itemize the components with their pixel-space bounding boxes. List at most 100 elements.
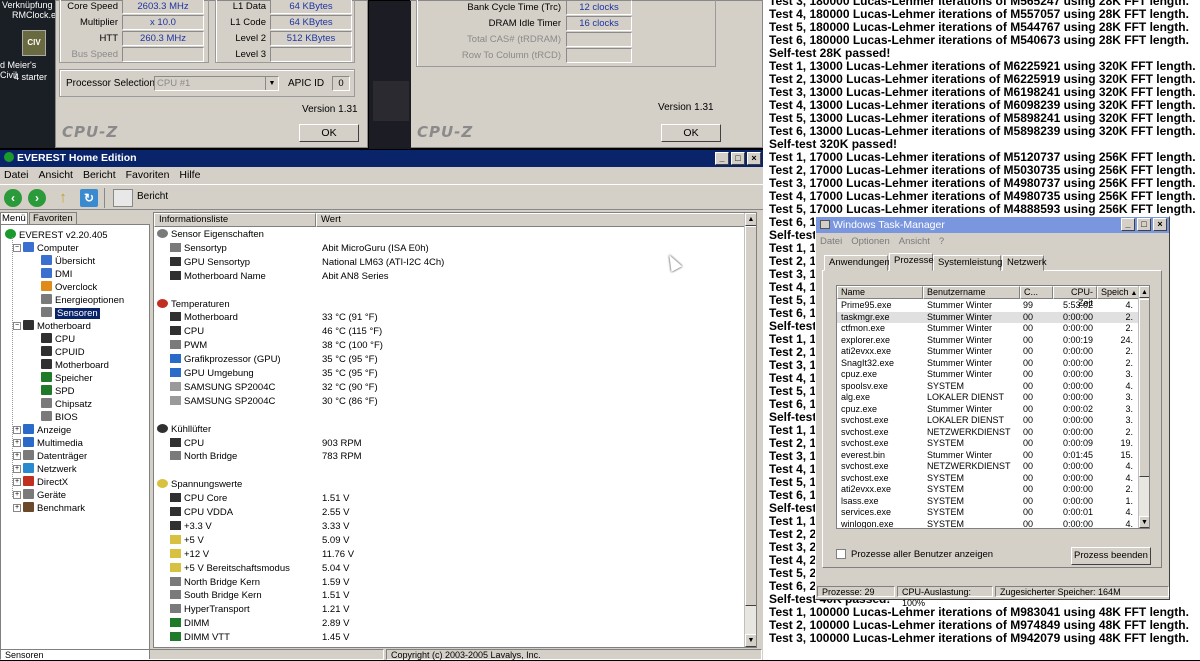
process-row[interactable]: taskmgr.exe Stummer Winter 00 0:00:00 2. [837,311,1139,323]
tm-menu-item[interactable]: ? [939,236,944,247]
list-row[interactable]: Motherboard [170,312,238,324]
scroll-thumb[interactable] [745,226,756,606]
tree-item[interactable]: Motherboard [23,320,91,333]
list-group-header[interactable]: Temperaturen [157,298,230,311]
list-group-header[interactable]: Sensor Eigenschaften [157,229,264,241]
tm-col-header[interactable]: C... [1020,286,1053,299]
process-row[interactable]: lsass.exe SYSTEM 00 0:00:00 1. [837,496,1139,508]
tree-expander-icon[interactable]: + [13,426,21,434]
tree-item[interactable]: Overclock [41,281,97,294]
taskmgr-close-button[interactable]: × [1153,218,1167,231]
list-row[interactable]: DIMM VTT [170,632,230,644]
process-row[interactable]: ati2evxx.exe Stummer Winter 00 0:00:00 2. [837,346,1139,358]
tree-item[interactable]: CPUID [41,346,85,359]
process-row[interactable]: explorer.exe Stummer Winter 00 0:00:19 24. [837,335,1139,347]
process-row[interactable]: ctfmon.exe Stummer Winter 00 0:00:00 2. [837,323,1139,335]
tree-item[interactable]: Motherboard [41,359,109,372]
tree-item[interactable]: Computer [23,242,79,255]
ok-button-left[interactable]: OK [299,124,359,142]
report-button[interactable]: Bericht [137,191,168,202]
proc-scroll-down-icon[interactable]: ▼ [1139,516,1149,528]
scroll-up-icon[interactable]: ▲ [745,213,756,226]
tree-item[interactable]: Geräte [23,489,66,502]
tree-item[interactable]: Datenträger [23,450,87,463]
process-row[interactable]: cpuz.exe Stummer Winter 00 0:00:02 3. [837,404,1139,416]
back-icon[interactable]: ‹ [4,189,22,207]
up-icon[interactable]: ↑ [54,189,72,207]
list-row[interactable]: +12 V [170,548,209,561]
tree-expander-icon[interactable]: + [13,452,21,460]
refresh-icon[interactable]: ↻ [80,189,98,207]
list-scrollbar[interactable]: ▲ ▼ [744,213,756,647]
menu-item[interactable]: Ansicht [39,169,73,181]
list-row[interactable]: North Bridge Kern [170,576,260,589]
process-row[interactable]: svchost.exe NETZWERKDIENST 00 0:00:00 4. [837,461,1139,473]
menu-item[interactable]: Bericht [83,169,116,181]
list-row[interactable]: CPU Core [170,493,227,505]
tree-expander-icon[interactable]: + [13,478,21,486]
tree-item[interactable]: Multimedia [23,437,83,450]
tm-menu-item[interactable]: Datei [820,236,842,247]
list-row[interactable]: HyperTransport [170,604,250,616]
tm-tab[interactable]: Prozesse [889,253,934,271]
processor-select[interactable]: CPU #1 ▼ [154,76,279,91]
list-row[interactable]: North Bridge [170,451,237,463]
list-row[interactable]: CPU [170,437,204,450]
tree-item[interactable]: Chipsatz [41,398,92,411]
tree-item[interactable]: Speicher [41,372,93,385]
tm-tab[interactable]: Anwendungen [824,255,890,271]
process-scrollbar[interactable]: ▲ ▼ [1138,286,1149,528]
taskmgr-maximize-button[interactable]: □ [1137,218,1151,231]
process-row[interactable]: Prime95.exe Stummer Winter 99 5:53:02 4. [837,300,1139,312]
tm-tab[interactable]: Systemleistung [933,255,1002,271]
tm-menu-item[interactable]: Optionen [851,236,890,247]
process-row[interactable]: svchost.exe LOKALER DIENST 00 0:00:00 3. [837,415,1139,427]
minimize-button[interactable]: _ [715,152,729,165]
list-row[interactable]: CPU [170,326,204,338]
tree-expander-icon[interactable]: − [13,322,21,330]
list-group-header[interactable]: Kühllüfter [157,423,211,436]
tree-item[interactable]: Benchmark [23,502,85,515]
list-row[interactable]: SAMSUNG SP2004C [170,395,275,408]
tm-menu-item[interactable]: Ansicht [899,236,930,247]
process-row[interactable]: alg.exe LOKALER DIENST 00 0:00:00 3. [837,392,1139,404]
tree-item[interactable]: CPU [41,333,75,346]
tree-item[interactable]: EVEREST v2.20.405 [5,229,108,242]
list-row[interactable]: Motherboard Name [170,270,266,283]
list-row[interactable]: DIMM [170,618,209,630]
tree-item[interactable]: Netzwerk [23,463,77,476]
list-row[interactable]: GPU Sensortyp [170,256,250,269]
process-row[interactable]: winlogon.exe SYSTEM 00 0:00:00 4. [837,519,1139,529]
end-process-button[interactable]: Prozess beenden [1071,547,1151,565]
tree-item[interactable]: Übersicht [41,255,95,268]
tree-item[interactable]: Energieoptionen [41,294,124,307]
list-group-header[interactable]: Spannungswerte [157,479,242,491]
tree-item[interactable]: DMI [41,268,72,281]
list-row[interactable]: South Bridge Kern [170,590,262,602]
tm-col-header[interactable]: Benutzername [923,286,1020,299]
tree-item[interactable]: BIOS [41,411,78,424]
close-button[interactable]: × [747,152,761,165]
list-row[interactable]: +5 V [170,534,204,547]
tree-expander-icon[interactable]: − [13,244,21,252]
taskmgr-titlebar[interactable]: Windows Task-Manager _ □ × [816,217,1169,233]
process-row[interactable]: spoolsv.exe SYSTEM 00 0:00:00 4. [837,381,1139,393]
report-icon[interactable] [113,189,133,207]
menu-item[interactable]: Favoriten [126,169,170,181]
list-row[interactable]: SAMSUNG SP2004C [170,381,275,394]
menu-item[interactable]: Hilfe [179,169,200,181]
list-row[interactable]: +5 V Bereitschaftsmodus [170,562,290,575]
tree-expander-icon[interactable]: + [13,439,21,447]
process-row[interactable]: ati2evxx.exe SYSTEM 00 0:00:00 2. [837,484,1139,496]
process-row[interactable]: svchost.exe SYSTEM 00 0:00:00 4. [837,473,1139,485]
process-row[interactable]: cpuz.exe Stummer Winter 00 0:00:00 3. [837,369,1139,381]
tree-item[interactable]: SPD [41,385,75,398]
show-all-checkbox[interactable] [836,549,846,559]
tm-tab[interactable]: Netzwerk [1002,255,1047,271]
civ-icon[interactable]: CIV [22,30,46,56]
tree-expander-icon[interactable]: + [13,504,21,512]
process-row[interactable]: services.exe SYSTEM 00 0:00:01 4. [837,507,1139,519]
tm-col-header[interactable]: Speich ▲ [1097,286,1139,299]
process-row[interactable]: SnagIt32.exe Stummer Winter 00 0:00:00 2. [837,358,1139,370]
process-row[interactable]: everest.bin Stummer Winter 00 0:01:45 15. [837,450,1139,462]
